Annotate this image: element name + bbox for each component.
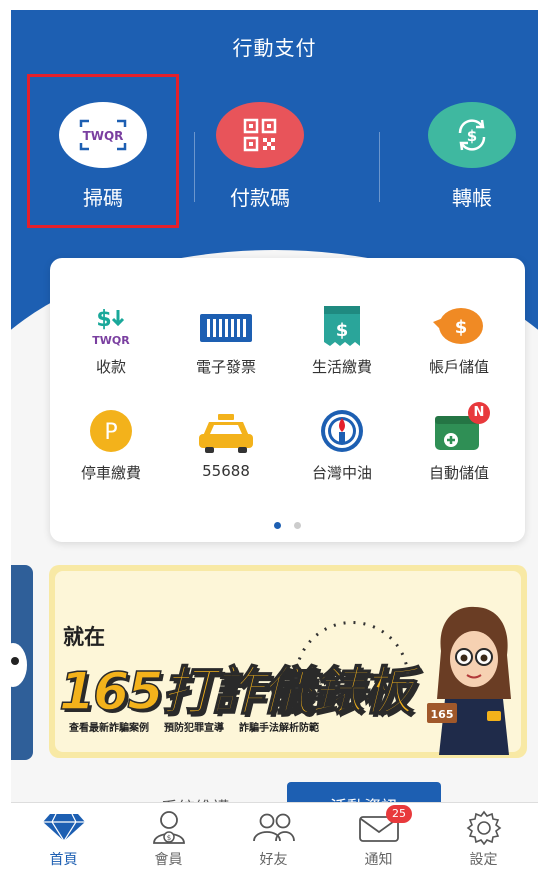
service-bill-payment[interactable]: $ 生活繳費: [287, 300, 397, 377]
tab-label: 好友: [259, 852, 288, 868]
anti-fraud-banner[interactable]: 就在 165打詐儀錶板 查看最新詐騙案例 預防犯罪宣導 詐騙手法解析防範 165: [49, 565, 527, 758]
service-label: 停車繳費: [80, 464, 141, 482]
banner-tags: 查看最新詐騙案例 預防犯罪宣導 詐騙手法解析防範: [69, 719, 319, 734]
tab-label: 會員: [154, 852, 183, 868]
page-indicator: [50, 514, 525, 533]
transfer-button[interactable]: $ 轉帳: [397, 102, 538, 211]
barcode-icon: [171, 300, 281, 348]
tab-member[interactable]: $ 會員: [116, 809, 221, 869]
banner-tag: 查看最新詐騙案例: [69, 723, 149, 734]
tab-friends[interactable]: 好友: [221, 809, 326, 869]
officer-character-icon: 165: [427, 606, 511, 755]
receive-money-icon-text: TWQR: [92, 334, 130, 347]
new-badge: N: [468, 402, 490, 424]
payment-code-button[interactable]: 付款碼: [185, 102, 335, 211]
diamond-icon: [11, 809, 116, 845]
member-icon: $: [116, 809, 221, 845]
svg-text:$: $: [467, 127, 477, 145]
svg-text:$: $: [96, 307, 111, 332]
sign-text: 165: [431, 708, 454, 721]
service-label: 帳戶儲值: [428, 358, 489, 376]
service-label: 電子發票: [195, 358, 256, 376]
notification-count-badge: 25: [386, 805, 412, 823]
tab-settings[interactable]: 設定: [431, 809, 536, 869]
service-cpc[interactable]: 台灣中油: [287, 406, 397, 483]
receive-money-icon: $ TWQR: [56, 300, 166, 348]
wallet-icon: N: [404, 402, 514, 454]
transfer-label: 轉帳: [452, 186, 492, 210]
mail-icon: 25: [326, 805, 431, 845]
page-dot[interactable]: [294, 522, 302, 529]
service-taxi[interactable]: 55688: [171, 406, 281, 480]
transfer-icon: $: [428, 102, 516, 168]
service-e-invoice[interactable]: 電子發票: [171, 300, 281, 377]
page-dot-active[interactable]: [273, 522, 281, 529]
service-receive-money[interactable]: $ TWQR 收款: [56, 300, 166, 377]
parking-icon: P: [56, 406, 166, 454]
scan-highlight-frame: [27, 74, 179, 228]
tab-notifications[interactable]: 25 通知: [326, 805, 431, 869]
gear-icon: [431, 809, 536, 845]
banner-headline-small: 就在: [63, 625, 105, 649]
tab-label: 首頁: [49, 852, 78, 868]
svg-text:$: $: [166, 834, 170, 842]
service-label: 台灣中油: [311, 464, 372, 482]
tab-label: 設定: [469, 852, 498, 868]
tab-label: 通知: [364, 852, 393, 868]
bill-icon: $: [287, 300, 397, 348]
banner-tag: 詐騙手法解析防範: [239, 723, 319, 734]
service-label: 生活繳費: [311, 358, 372, 376]
service-auto-topup[interactable]: N 自動儲值: [404, 402, 514, 483]
services-card: $ TWQR 收款 電子發票 $ 生活繳費 $ 帳戶儲值 P 停車繳費 5568…: [50, 258, 525, 542]
banner-inner: 就在 165打詐儀錶板 查看最新詐騙案例 預防犯罪宣導 詐騙手法解析防範 165: [55, 571, 521, 755]
svg-text:$: $: [455, 317, 468, 338]
phone-screen: 行動支付 TWQR 掃碼 付款碼 $ 轉帳 $ TWQR 收款 電子發票 $ 生…: [11, 10, 538, 870]
service-label: 收款: [95, 358, 126, 376]
header-divider: [379, 132, 380, 202]
service-account-topup[interactable]: $ 帳戶儲值: [404, 300, 514, 377]
tab-home[interactable]: 首頁: [11, 809, 116, 869]
friends-icon: [221, 809, 326, 845]
parking-icon-text: P: [104, 420, 117, 445]
svg-text:$: $: [336, 320, 349, 341]
piggy-bank-icon: $: [404, 300, 514, 348]
service-label: 自動儲值: [428, 464, 489, 482]
page-title: 行動支付: [232, 36, 317, 60]
service-parking-payment[interactable]: P 停車繳費: [56, 406, 166, 483]
service-label: 55688: [202, 462, 250, 480]
payment-code-label: 付款碼: [230, 186, 290, 210]
qr-code-icon: [216, 102, 304, 168]
cpc-logo-icon: [287, 406, 397, 454]
taxi-icon: [171, 406, 281, 454]
banner-prev-peek[interactable]: [11, 565, 33, 760]
bottom-tab-bar: 首頁 $ 會員 好友 25 通知 設定: [11, 802, 538, 870]
banner-tag: 預防犯罪宣導: [164, 723, 224, 734]
